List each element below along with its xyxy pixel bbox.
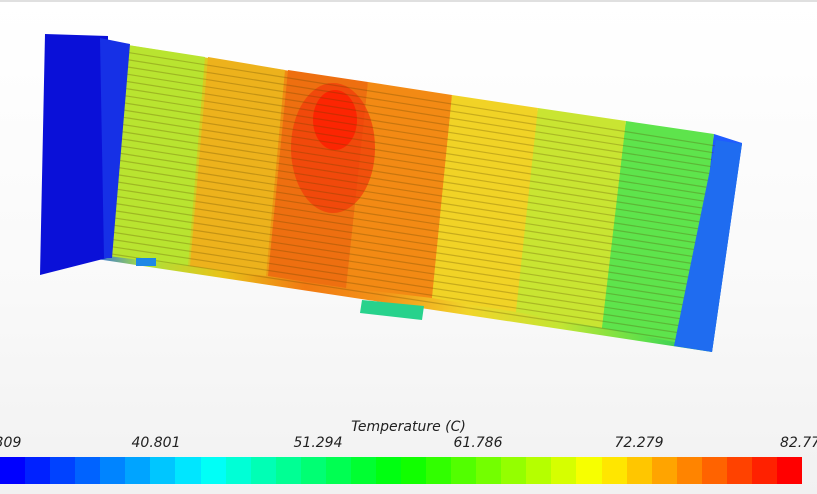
legend-title: Temperature (C) (351, 419, 466, 435)
colorbar (0, 457, 802, 484)
bottom-tab-left (136, 258, 156, 266)
colorbar-cell (25, 457, 51, 484)
colorbar-cell (300, 457, 326, 484)
colorbar-cell (350, 457, 376, 484)
colorbar-cell (451, 457, 477, 484)
colorbar-cell (275, 457, 301, 484)
colorbar-tick-label: 61.786 (453, 435, 503, 451)
colorbar-cell (626, 457, 652, 484)
colorbar-cell (150, 457, 176, 484)
colorbar-cell (0, 457, 26, 484)
colorbar-cell (426, 457, 452, 484)
base-plate (40, 34, 108, 275)
colorbar-cell (601, 457, 627, 484)
colorbar-tick-label: 309 (0, 435, 22, 451)
colorbar-cell (175, 457, 201, 484)
colorbar-cell (401, 457, 427, 484)
colorbar-tick-label: 40.801 (131, 435, 181, 451)
colorbar-cell (200, 457, 226, 484)
colorbar-cell (551, 457, 577, 484)
colorbar-cell (250, 457, 276, 484)
colorbar-cell (726, 457, 752, 484)
colorbar-cell (100, 457, 126, 484)
colorbar-cell (75, 457, 101, 484)
colorbar-cell (651, 457, 677, 484)
colorbar-cell (776, 457, 802, 484)
colorbar-cell (751, 457, 777, 484)
colorbar-tick-label: 51.294 (293, 435, 343, 451)
colorbar-cell (476, 457, 502, 484)
colorbar-cell (701, 457, 727, 484)
colorbar-cell (325, 457, 351, 484)
colorbar-cell (526, 457, 552, 484)
temperature-contour-view[interactable] (0, 0, 817, 420)
colorbar-tick-label: 72.279 (614, 435, 664, 451)
colorbar-cell (125, 457, 151, 484)
colorbar-cell (225, 457, 251, 484)
colorbar-cell (676, 457, 702, 484)
colorbar-cell (375, 457, 401, 484)
colorbar-cell (50, 457, 76, 484)
colorbar-cell (576, 457, 602, 484)
colorbar-cell (501, 457, 527, 484)
colorbar-tick-label: 82.77 (779, 435, 817, 451)
